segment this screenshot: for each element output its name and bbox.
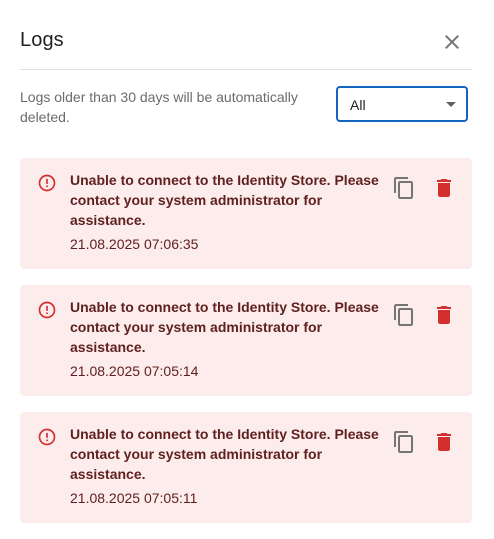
log-timestamp: 21.08.2025 07:05:11: [70, 490, 198, 506]
error-outline-icon: [38, 428, 56, 446]
error-outline-icon: [38, 301, 56, 319]
copy-log-button[interactable]: [392, 430, 416, 454]
logs-dialog: Logs Logs older than 30 days will be aut…: [0, 0, 494, 534]
log-filter-select[interactable]: All: [336, 86, 468, 122]
copy-icon: [394, 304, 413, 326]
header-divider: [20, 69, 472, 70]
log-timestamp: 21.08.2025 07:06:35: [70, 236, 199, 252]
dropdown-arrow-icon: [446, 102, 456, 107]
trash-icon: [437, 306, 451, 324]
retention-info-text: Logs older than 30 days will be automati…: [20, 89, 298, 125]
log-filter-value: All: [350, 97, 366, 113]
log-message: Unable to connect to the Identity Store.…: [70, 299, 379, 355]
copy-log-button[interactable]: [392, 176, 416, 200]
dialog-title: Logs: [20, 29, 64, 51]
log-entry: Unable to connect to the Identity Store.…: [20, 158, 472, 269]
log-message: Unable to connect to the Identity Store.…: [70, 172, 379, 228]
log-entry: Unable to connect to the Identity Store.…: [20, 285, 472, 396]
copy-icon: [394, 431, 413, 453]
trash-icon: [437, 433, 451, 451]
delete-log-button[interactable]: [432, 176, 456, 200]
delete-log-button[interactable]: [432, 430, 456, 454]
trash-icon: [437, 179, 451, 197]
log-message: Unable to connect to the Identity Store.…: [70, 426, 379, 482]
close-button[interactable]: [440, 30, 464, 54]
log-entry: Unable to connect to the Identity Store.…: [20, 412, 472, 523]
log-timestamp: 21.08.2025 07:05:14: [70, 363, 199, 379]
log-list: Unable to connect to the Identity Store.…: [20, 158, 472, 539]
close-icon: [445, 35, 459, 49]
error-outline-icon: [38, 174, 56, 192]
delete-log-button[interactable]: [432, 303, 456, 327]
copy-log-button[interactable]: [392, 303, 416, 327]
copy-icon: [394, 177, 413, 199]
dialog-header: Logs: [20, 24, 472, 58]
